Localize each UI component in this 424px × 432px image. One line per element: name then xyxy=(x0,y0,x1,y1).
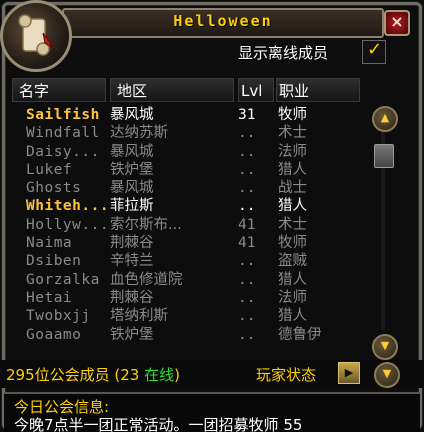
member-level: 31 xyxy=(238,107,256,123)
arrow-down-icon: ▼ xyxy=(382,367,392,380)
roster-row[interactable]: Hetai 荆棘谷.. 法师 xyxy=(12,289,362,307)
roster-header: 名字 地区 Lvl 职业 xyxy=(12,78,362,102)
roster-row[interactable]: Hollyw... 索尔斯布... 41 术士 xyxy=(12,216,362,234)
close-icon: × xyxy=(390,12,404,31)
member-count: 295位公会成员 (23 在线) xyxy=(6,366,180,384)
member-name: Twobxjj xyxy=(26,308,91,325)
roster-row[interactable]: Whiteh... 菲拉斯.. 猎人 xyxy=(12,197,362,215)
member-name: Sailfish xyxy=(26,107,100,123)
check-icon: ✓ xyxy=(367,39,383,60)
member-zone: 索尔斯布... xyxy=(110,216,182,233)
roster-list: Sailfish 暴风城 31 牧师 Windfall 达纳苏斯.. 术士 Daisy... 暴… xyxy=(12,106,362,344)
member-zone: 荆棘谷 xyxy=(110,235,154,252)
roster-row[interactable]: Naima 荆棘谷 41 牧师 xyxy=(12,234,362,252)
member-zone: 暴风城 xyxy=(110,143,154,160)
member-name: Ghosts xyxy=(26,180,82,197)
arrow-down-icon: ▼ xyxy=(380,339,390,352)
player-status-toggle-button[interactable]: ▶ xyxy=(338,362,360,384)
member-class: 德鲁伊 xyxy=(278,326,322,343)
roster-scrollbar[interactable]: ▲ ▼ xyxy=(372,106,398,360)
member-zone: 达纳苏斯 xyxy=(110,125,168,142)
member-name: Goaamo xyxy=(26,326,82,343)
member-name: Windfall xyxy=(26,125,100,142)
member-level: 41 xyxy=(238,235,256,252)
column-header-zone[interactable]: 地区 xyxy=(110,78,234,102)
member-class: 牧师 xyxy=(278,235,307,252)
member-class: 猎人 xyxy=(278,161,307,178)
member-level: .. xyxy=(238,271,256,288)
member-level: .. xyxy=(238,289,256,306)
roster-row[interactable]: Twobxjj 塔纳利斯.. 猎人 xyxy=(12,307,362,325)
member-class: 法师 xyxy=(278,289,307,306)
member-level: .. xyxy=(238,180,256,197)
scroll-up-button[interactable]: ▲ xyxy=(372,106,398,132)
member-class: 猎人 xyxy=(278,308,307,325)
play-icon: ▶ xyxy=(344,366,354,379)
member-name: Naima xyxy=(26,235,73,252)
motd-text: 今晚7点半一团正常活动。一团招募牧师 55 xyxy=(14,416,303,432)
member-class: 术士 xyxy=(278,125,307,142)
member-zone: 菲拉斯 xyxy=(110,198,154,215)
member-level: .. xyxy=(238,125,256,142)
member-class: 法师 xyxy=(278,143,307,160)
member-class: 猎人 xyxy=(278,198,307,215)
roster-row[interactable]: Gorzalka 血色修道院.. 猎人 xyxy=(12,271,362,289)
roster-row[interactable]: Dsiben 辛特兰.. 盗贼 xyxy=(12,252,362,270)
member-level: .. xyxy=(238,326,256,343)
show-offline-checkbox[interactable]: ✓ xyxy=(362,39,386,64)
roster-row[interactable]: Daisy... 暴风城.. 法师 xyxy=(12,143,362,161)
scroll-icon xyxy=(18,14,54,56)
member-name: Dsiben xyxy=(26,253,82,270)
member-name: Daisy... xyxy=(26,143,100,160)
title-bar[interactable]: Helloween xyxy=(62,8,384,38)
member-level: .. xyxy=(238,253,256,270)
member-zone: 铁炉堡 xyxy=(110,161,154,178)
member-zone: 血色修道院 xyxy=(110,271,183,288)
scroll-down-button[interactable]: ▼ xyxy=(372,334,398,360)
member-level: .. xyxy=(238,308,256,325)
arrow-up-icon: ▲ xyxy=(380,111,390,124)
member-zone: 辛特兰 xyxy=(110,253,154,270)
member-name: Gorzalka xyxy=(26,271,100,288)
member-class: 盗贼 xyxy=(278,253,307,270)
column-header-name[interactable]: 名字 xyxy=(12,78,106,102)
member-class: 牧师 xyxy=(278,107,307,123)
guild-portrait xyxy=(0,0,72,72)
member-level: 41 xyxy=(238,216,256,233)
member-name: Hetai xyxy=(26,289,73,306)
member-class: 战士 xyxy=(278,180,307,197)
member-zone: 暴风城 xyxy=(110,180,154,197)
close-button[interactable]: × xyxy=(384,10,410,36)
member-name: Hollyw... xyxy=(26,216,110,233)
guild-name-title: Helloween xyxy=(173,12,273,30)
column-header-level[interactable]: Lvl xyxy=(238,78,274,102)
member-level: .. xyxy=(238,198,256,215)
scroll-thumb[interactable] xyxy=(374,144,394,168)
guild-roster-window: Helloween × 显示离线成员 ✓ 名字 地区 Lvl 职业 Sailfi… xyxy=(0,0,424,432)
page-down-button[interactable]: ▼ xyxy=(374,362,400,388)
member-class: 猎人 xyxy=(278,271,307,288)
roster-row[interactable]: Lukef 铁炉堡.. 猎人 xyxy=(12,161,362,179)
member-zone: 塔纳利斯 xyxy=(110,308,168,325)
member-zone: 铁炉堡 xyxy=(110,326,154,343)
member-zone: 暴风城 xyxy=(110,107,154,123)
player-status-label: 玩家状态 xyxy=(256,366,317,384)
member-name: Whiteh... xyxy=(26,198,110,215)
member-level: .. xyxy=(238,161,256,178)
show-offline-label: 显示离线成员 xyxy=(238,44,329,62)
roster-row[interactable]: Sailfish 暴风城 31 牧师 xyxy=(12,106,362,124)
roster-row[interactable]: Windfall 达纳苏斯.. 术士 xyxy=(12,124,362,142)
member-level: .. xyxy=(238,143,256,160)
column-header-class[interactable]: 职业 xyxy=(276,78,360,102)
member-class: 术士 xyxy=(278,216,307,233)
roster-row[interactable]: Ghosts 暴风城.. 战士 xyxy=(12,179,362,197)
member-zone: 荆棘谷 xyxy=(110,289,154,306)
roster-row[interactable]: Goaamo 铁炉堡.. 德鲁伊 xyxy=(12,326,362,344)
member-name: Lukef xyxy=(26,161,73,178)
